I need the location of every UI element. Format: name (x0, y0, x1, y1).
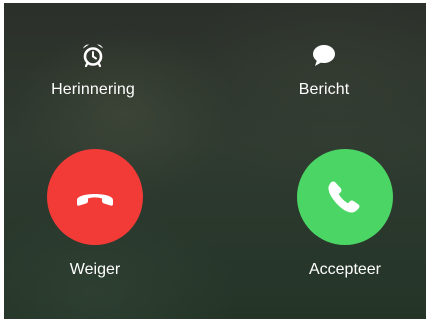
incoming-call-screen: Herinnering Bericht Weiger Accepteer (4, 3, 426, 319)
phone-hangup-icon (77, 194, 113, 206)
alarm-clock-icon (83, 44, 103, 68)
decline-button[interactable] (47, 149, 143, 245)
speech-bubble-icon (313, 45, 335, 66)
phone-icon (328, 181, 360, 213)
decline-call: Weiger (20, 149, 170, 279)
message-button[interactable]: Bericht (254, 41, 394, 99)
message-label: Bericht (298, 81, 350, 98)
accept-label: Accepteer (308, 261, 382, 278)
accept-button[interactable] (297, 149, 393, 245)
remind-me-button[interactable]: Herinnering (23, 41, 163, 99)
decline-label: Weiger (69, 261, 121, 278)
accept-call: Accepteer (270, 149, 420, 279)
remind-me-label: Herinnering (51, 81, 135, 98)
